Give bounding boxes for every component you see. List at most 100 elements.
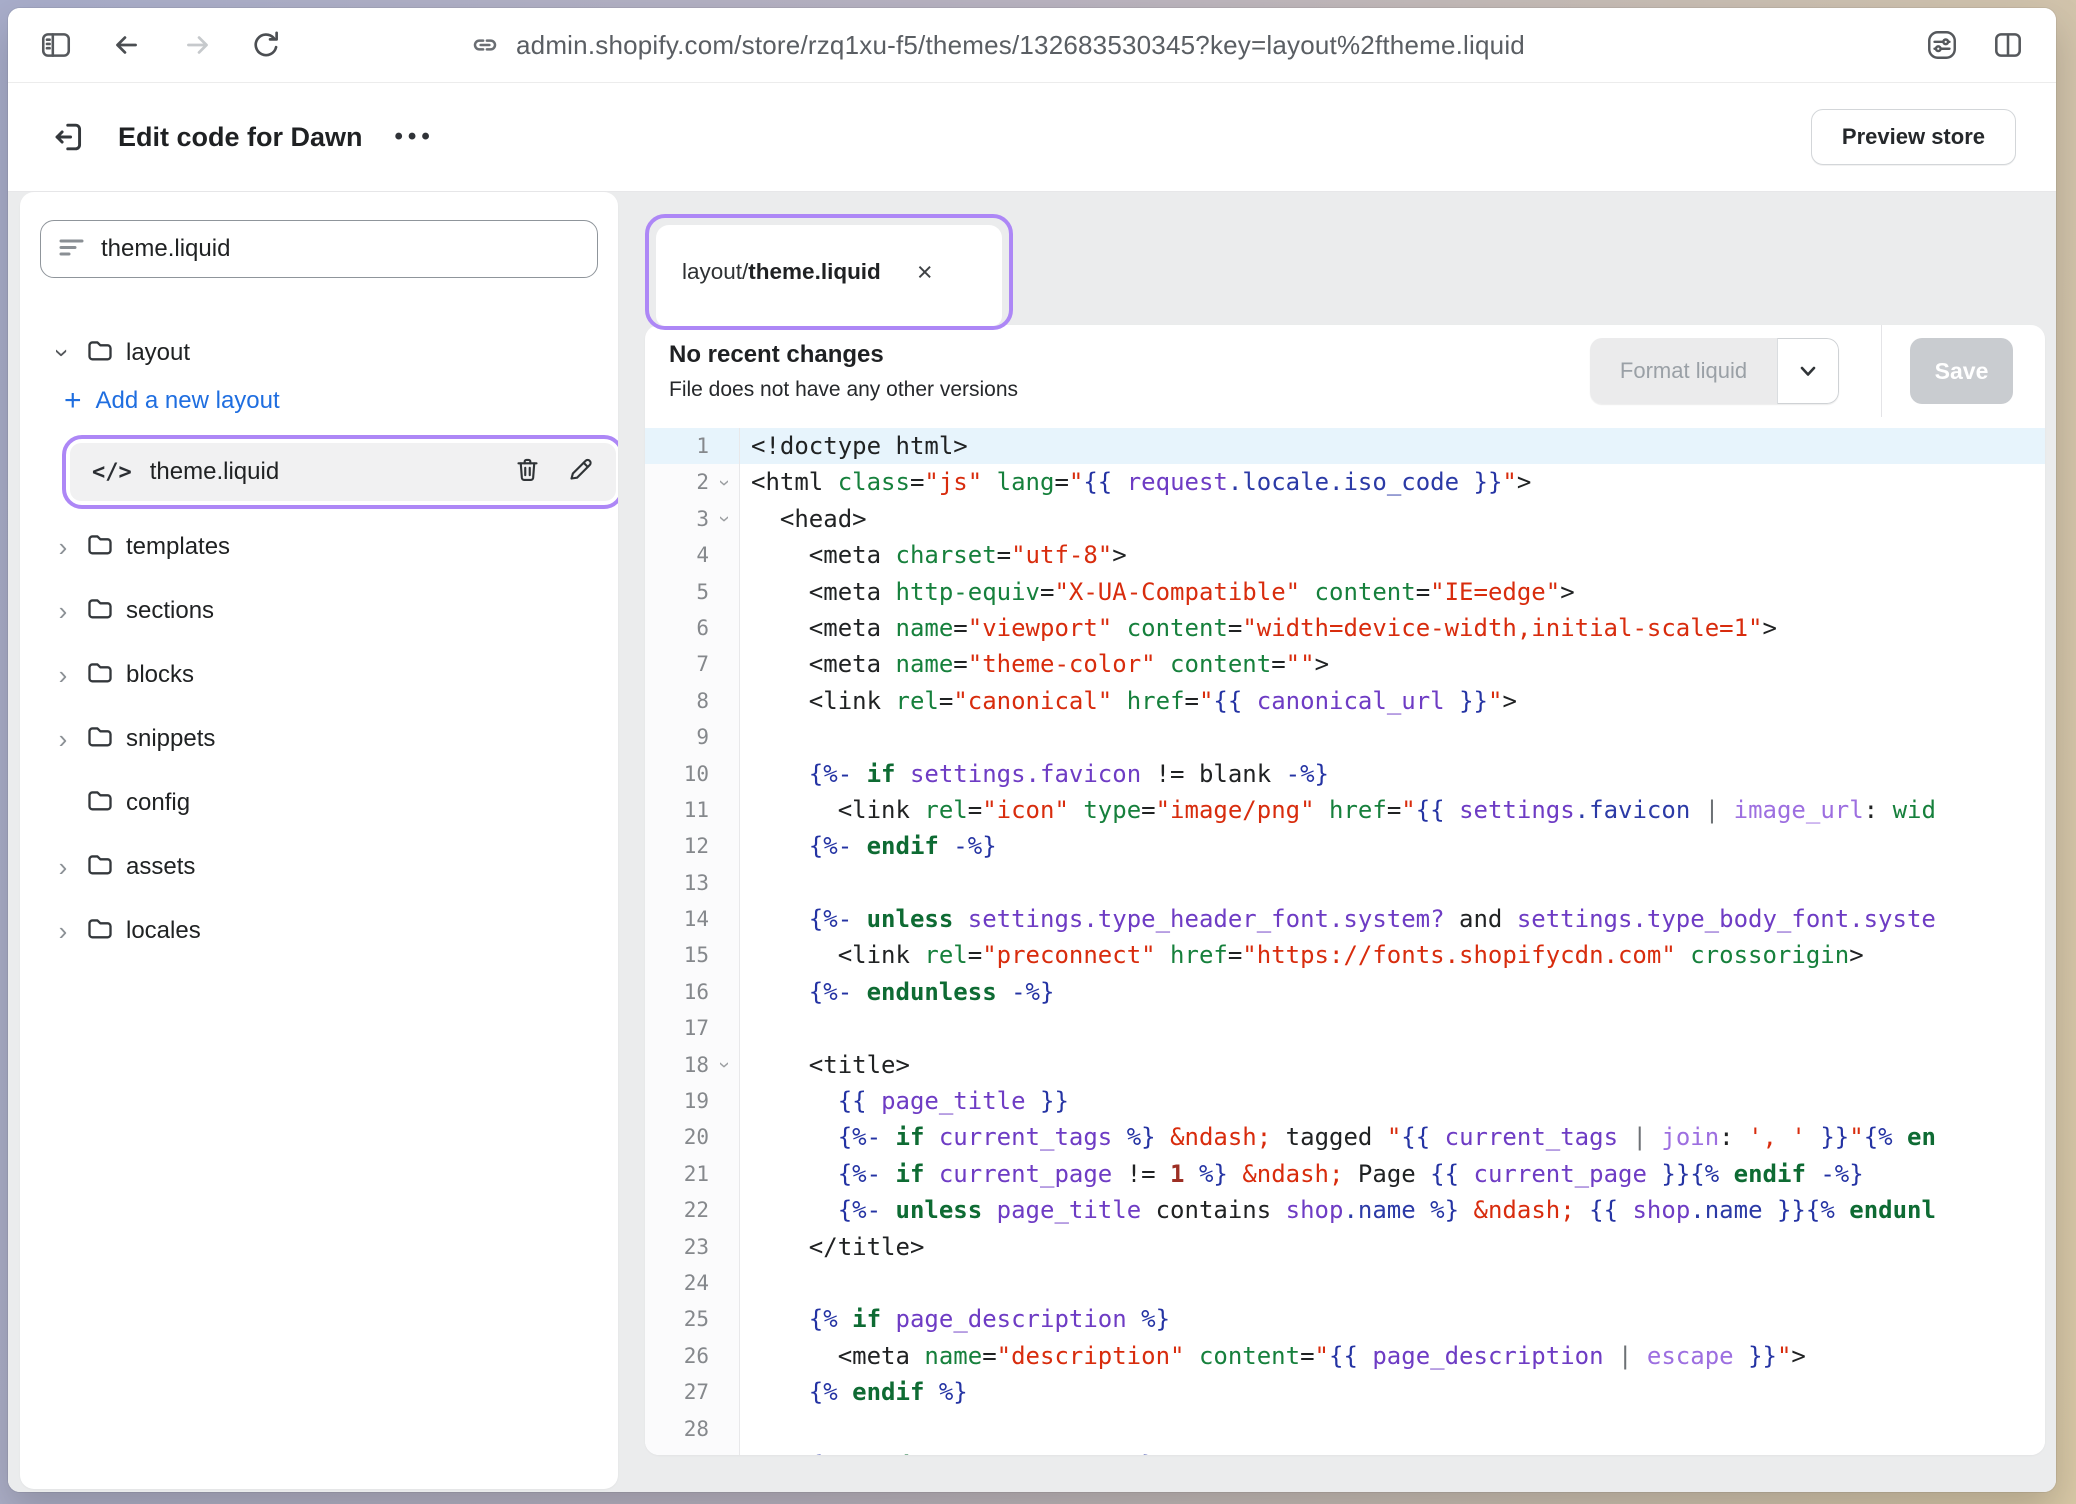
file-search-input[interactable]: theme.liquid bbox=[40, 220, 598, 278]
code-line[interactable]: 16 {%- endunless -%} bbox=[645, 974, 2045, 1010]
code-text: {%- unless page_title contains shop.name… bbox=[740, 1192, 2045, 1228]
sidebar-item-label: sections bbox=[126, 597, 214, 625]
fold-gutter bbox=[709, 610, 740, 646]
code-line[interactable]: 17 bbox=[645, 1010, 2045, 1046]
fold-gutter bbox=[709, 1192, 740, 1228]
code-line[interactable]: 11 <link rel="icon" type="image/png" hre… bbox=[645, 792, 2045, 828]
sidebar-item-sections[interactable]: › sections bbox=[20, 589, 618, 633]
sidebar-item-blocks[interactable]: › blocks bbox=[20, 653, 618, 697]
tab-file-name: theme.liquid bbox=[748, 259, 881, 285]
fold-gutter bbox=[709, 1338, 740, 1374]
format-options-button[interactable] bbox=[1777, 338, 1839, 404]
version-status: No recent changes File does not have any… bbox=[669, 341, 1018, 402]
trash-icon[interactable] bbox=[514, 456, 541, 488]
browser-window: admin.shopify.com/store/rzq1xu-f5/themes… bbox=[8, 8, 2056, 1492]
page-title: Edit code for Dawn bbox=[118, 122, 363, 153]
link-icon bbox=[470, 23, 500, 67]
sidebar-item-locales[interactable]: › locales bbox=[20, 909, 618, 953]
exit-icon[interactable] bbox=[52, 119, 88, 155]
code-line[interactable]: 4 <meta charset="utf-8"> bbox=[645, 537, 2045, 573]
code-line[interactable]: 7 <meta name="theme-color" content=""> bbox=[645, 646, 2045, 682]
chevron-right-icon[interactable]: › bbox=[52, 662, 74, 688]
line-number: 10 bbox=[645, 756, 709, 792]
file-sidebar: theme.liquid › layout + Add a new layout… bbox=[20, 192, 618, 1489]
address-bar[interactable]: admin.shopify.com/store/rzq1xu-f5/themes… bbox=[470, 8, 1525, 82]
reload-icon[interactable] bbox=[244, 23, 288, 67]
line-number: 15 bbox=[645, 937, 709, 973]
code-text: <!doctype html> bbox=[740, 428, 2045, 464]
sidebar-item-theme-liquid[interactable]: </> theme.liquid bbox=[70, 443, 616, 501]
code-line[interactable]: 26 <meta name="description" content="{{ … bbox=[645, 1338, 2045, 1374]
code-line[interactable]: 9 bbox=[645, 719, 2045, 755]
code-line[interactable]: 21 {%- if current_page != 1 %} &ndash; P… bbox=[645, 1156, 2045, 1192]
code-text bbox=[740, 1010, 2045, 1046]
chevron-down-icon[interactable]: › bbox=[50, 342, 76, 364]
code-line[interactable]: 14 {%- unless settings.type_header_font.… bbox=[645, 901, 2045, 937]
code-line[interactable]: 12 {%- endif -%} bbox=[645, 828, 2045, 864]
sidebar-item-layout[interactable]: › layout bbox=[20, 331, 618, 375]
code-line[interactable]: 2›<html class="js" lang="{{ request.loca… bbox=[645, 464, 2045, 500]
code-line[interactable]: 27 {% endif %} bbox=[645, 1374, 2045, 1410]
fold-gutter bbox=[709, 537, 740, 573]
code-line[interactable]: 5 <meta http-equiv="X-UA-Compatible" con… bbox=[645, 574, 2045, 610]
code-line[interactable]: 29 {% render 'meta-tags' %} bbox=[645, 1447, 2045, 1455]
fold-gutter bbox=[709, 1083, 740, 1119]
fold-chevron-icon[interactable]: › bbox=[709, 501, 740, 537]
line-number: 12 bbox=[645, 828, 709, 864]
save-button[interactable]: Save bbox=[1910, 338, 2013, 404]
content-area: theme.liquid › layout + Add a new layout… bbox=[8, 192, 2056, 1492]
tab-theme-liquid[interactable]: layout/theme.liquid × bbox=[656, 225, 1002, 326]
chevron-right-icon[interactable]: › bbox=[52, 854, 74, 880]
code-line[interactable]: 25 {% if page_description %} bbox=[645, 1301, 2045, 1337]
code-area[interactable]: 1<!doctype html>2›<html class="js" lang=… bbox=[645, 417, 2045, 1455]
split-view-icon[interactable] bbox=[1986, 23, 2030, 67]
code-line[interactable]: 23 </title> bbox=[645, 1229, 2045, 1265]
sidebar-item-templates[interactable]: › templates bbox=[20, 525, 618, 569]
forward-icon[interactable] bbox=[176, 23, 220, 67]
close-icon[interactable]: × bbox=[917, 259, 933, 286]
code-line[interactable]: 20 {%- if current_tags %} &ndash; tagged… bbox=[645, 1119, 2045, 1155]
folder-icon bbox=[86, 336, 114, 371]
chevron-right-icon[interactable]: › bbox=[52, 918, 74, 944]
page-settings-icon[interactable] bbox=[1920, 23, 1964, 67]
code-line[interactable]: 24 bbox=[645, 1265, 2045, 1301]
code-line[interactable]: 3› <head> bbox=[645, 501, 2045, 537]
selected-file-highlight: </> theme.liquid bbox=[62, 435, 618, 509]
sidebar-item-snippets[interactable]: › snippets bbox=[20, 717, 618, 761]
add-new-layout-link[interactable]: + Add a new layout bbox=[20, 379, 618, 423]
fold-chevron-icon[interactable]: › bbox=[709, 1047, 740, 1083]
code-line[interactable]: 15 <link rel="preconnect" href="https://… bbox=[645, 937, 2045, 973]
code-line[interactable]: 28 bbox=[645, 1411, 2045, 1447]
line-number: 27 bbox=[645, 1374, 709, 1410]
more-actions-icon[interactable]: ••• bbox=[395, 123, 435, 151]
code-text: <link rel="canonical" href="{{ canonical… bbox=[740, 683, 2045, 719]
preview-store-button[interactable]: Preview store bbox=[1811, 109, 2016, 165]
fold-gutter bbox=[709, 719, 740, 755]
chevron-right-icon[interactable]: › bbox=[52, 726, 74, 752]
format-liquid-button[interactable]: Format liquid bbox=[1590, 338, 1777, 404]
line-number: 24 bbox=[645, 1265, 709, 1301]
code-line[interactable]: 6 <meta name="viewport" content="width=d… bbox=[645, 610, 2045, 646]
fold-chevron-icon[interactable]: › bbox=[709, 464, 740, 500]
folder-icon bbox=[86, 530, 114, 565]
browser-sidebar-toggle-icon[interactable] bbox=[34, 23, 78, 67]
code-line[interactable]: 19 {{ page_title }} bbox=[645, 1083, 2045, 1119]
code-line[interactable]: 1<!doctype html> bbox=[645, 428, 2045, 464]
chevron-down-icon bbox=[1795, 358, 1821, 384]
code-text: {%- unless settings.type_header_font.sys… bbox=[740, 901, 2045, 937]
chevron-right-icon[interactable]: › bbox=[52, 598, 74, 624]
code-text: <title> bbox=[740, 1047, 2045, 1083]
code-line[interactable]: 10 {%- if settings.favicon != blank -%} bbox=[645, 756, 2045, 792]
back-icon[interactable] bbox=[104, 23, 148, 67]
code-line[interactable]: 8 <link rel="canonical" href="{{ canonic… bbox=[645, 683, 2045, 719]
code-text: <head> bbox=[740, 501, 2045, 537]
sidebar-item-assets[interactable]: › assets bbox=[20, 845, 618, 889]
tab-strip: layout/theme.liquid × bbox=[645, 192, 2045, 325]
chevron-right-icon[interactable]: › bbox=[52, 534, 74, 560]
code-line[interactable]: 13 bbox=[645, 865, 2045, 901]
file-actions bbox=[514, 456, 594, 488]
rename-icon[interactable] bbox=[567, 456, 594, 488]
code-line[interactable]: 18› <title> bbox=[645, 1047, 2045, 1083]
sidebar-item-config[interactable]: config bbox=[20, 781, 618, 825]
code-line[interactable]: 22 {%- unless page_title contains shop.n… bbox=[645, 1192, 2045, 1228]
